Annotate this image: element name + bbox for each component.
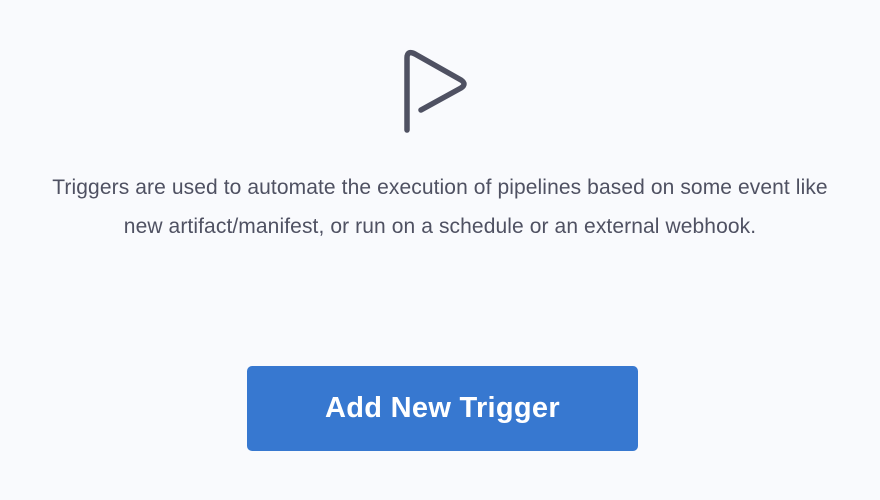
triggers-empty-state: Triggers are used to automate the execut… — [0, 0, 880, 500]
add-new-trigger-button[interactable]: Add New Trigger — [247, 366, 638, 451]
triggers-description: Triggers are used to automate the execut… — [52, 176, 828, 238]
play-icon — [402, 46, 482, 138]
